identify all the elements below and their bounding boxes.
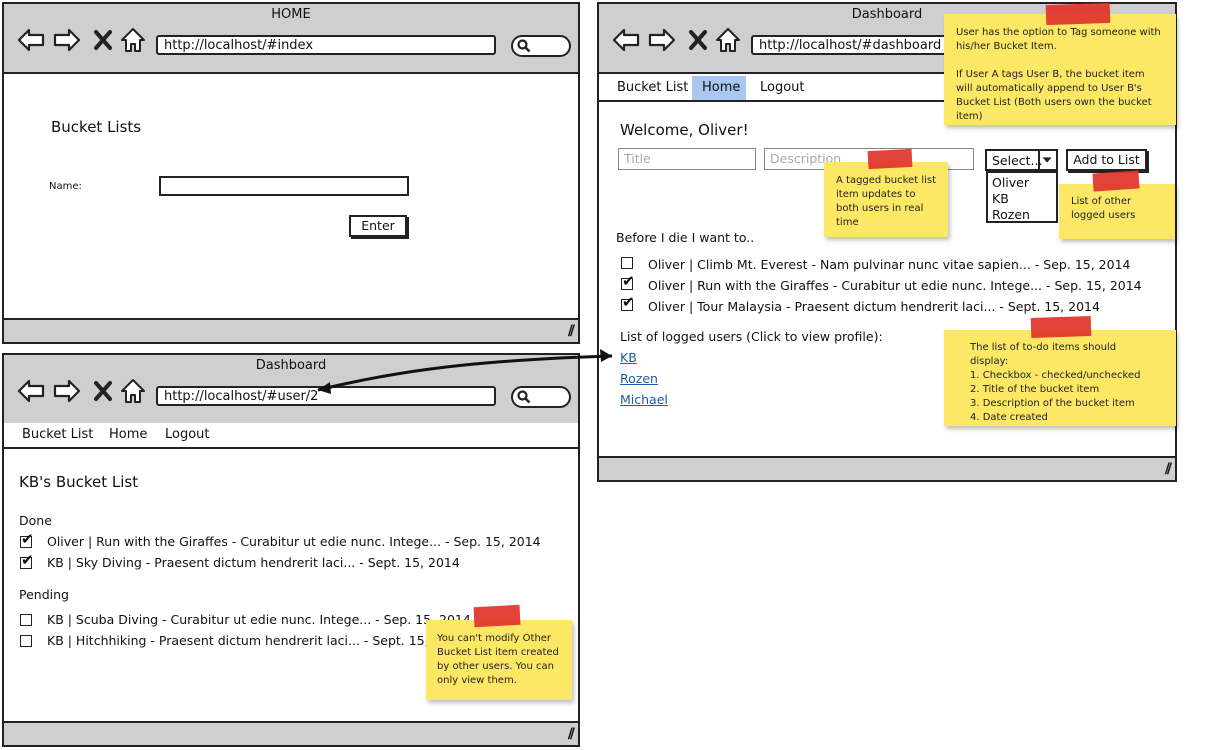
note-text: List of other logged users <box>1071 196 1136 221</box>
pending-item: KB | Scuba Diving - Curabitur ut edie nu… <box>47 612 471 627</box>
resize-grip-icon[interactable]: // <box>568 323 575 339</box>
sticky-note-realtime: A tagged bucket list item updates to bot… <box>824 162 948 237</box>
url-text: http://localhost/#index <box>164 38 314 53</box>
sticky-note-logged-users: List of other logged users <box>1059 184 1175 239</box>
pending-heading: Pending <box>19 587 69 602</box>
search-field[interactable] <box>511 386 571 408</box>
tag-user-select[interactable]: Select... <box>985 149 1058 171</box>
home-icon[interactable] <box>118 377 148 405</box>
address-bar[interactable]: http://localhost/#user/2 <box>156 386 496 406</box>
stop-icon[interactable] <box>685 26 715 54</box>
status-bar: // <box>4 318 578 342</box>
sticky-note-display: The list of to-do items should display: … <box>944 330 1176 426</box>
note-text: You can't modify Other Bucket List item … <box>437 633 559 686</box>
title-input[interactable]: Title <box>618 148 756 170</box>
name-input[interactable] <box>159 176 409 196</box>
bucket-item: Oliver | Climb Mt. Everest - Nam pulvina… <box>648 257 1131 272</box>
done-item-checkbox <box>20 530 34 548</box>
forward-arrow-icon[interactable] <box>52 26 82 54</box>
browser-chrome: Dashboard http://localhost/#user/2 <box>4 355 578 425</box>
window-title: Dashboard <box>255 358 327 373</box>
item-checkbox[interactable] <box>621 272 635 290</box>
url-text: http://localhost/#dashboard <box>759 38 942 53</box>
logged-user-link[interactable]: KB <box>620 350 637 365</box>
dropdown-option[interactable]: Rozen <box>992 207 1052 223</box>
name-label: Name: <box>49 181 82 192</box>
note-text: A tagged bucket list item updates to bot… <box>836 175 936 228</box>
bucket-item: Oliver | Run with the Giraffes - Curabit… <box>648 278 1142 293</box>
sticky-note-tagging: User has the option to Tag someone with … <box>944 14 1176 125</box>
menu-logout[interactable]: Logout <box>750 76 815 100</box>
home-window: HOME http://localhost/#index Bucket List… <box>2 2 580 344</box>
menu-bucket-list[interactable]: Bucket List <box>12 423 103 447</box>
enter-button[interactable]: Enter <box>349 215 407 237</box>
select-label: Select... <box>992 153 1043 168</box>
status-bar: // <box>599 456 1175 480</box>
logged-users-heading: List of logged users (Click to view prof… <box>620 329 883 344</box>
note-text: 3. Description of the bucket item <box>970 398 1135 409</box>
menu-logout[interactable]: Logout <box>155 423 220 447</box>
resize-grip-icon[interactable]: // <box>1165 461 1172 477</box>
status-bar: // <box>4 721 578 745</box>
done-item: Oliver | Run with the Giraffes - Curabit… <box>47 534 541 549</box>
dropdown-option[interactable]: KB <box>992 191 1052 207</box>
search-icon <box>517 39 531 53</box>
done-heading: Done <box>19 513 52 528</box>
tape <box>1045 2 1111 26</box>
note-text: 4. Date created <box>970 412 1048 423</box>
dropdown-option[interactable]: Oliver <box>992 175 1052 191</box>
note-text: 1. Checkbox - checked/unchecked <box>970 370 1141 381</box>
address-bar[interactable]: http://localhost/#index <box>156 35 496 55</box>
sticky-note-readonly: You can't modify Other Bucket List item … <box>426 620 572 700</box>
search-field[interactable] <box>511 35 571 57</box>
window-title: HOME <box>271 7 311 22</box>
add-to-list-button[interactable]: Add to List <box>1066 149 1147 171</box>
tape <box>1092 170 1140 192</box>
search-icon <box>517 390 531 404</box>
url-text: http://localhost/#user/2 <box>164 389 319 404</box>
note-text: User has the option to Tag someone with … <box>956 27 1161 52</box>
pending-item-checkbox <box>20 614 32 626</box>
forward-arrow-icon[interactable] <box>52 377 82 405</box>
tag-user-dropdown: Oliver KB Rozen <box>986 171 1058 223</box>
page-heading: KB's Bucket List <box>19 473 139 491</box>
home-icon[interactable] <box>713 26 743 54</box>
done-item-checkbox <box>20 551 34 569</box>
browser-chrome: HOME http://localhost/#index <box>4 4 578 74</box>
note-text: The list of to-do items should display: <box>970 342 1117 367</box>
tape <box>867 148 913 170</box>
stop-icon[interactable] <box>90 26 120 54</box>
menu-home[interactable]: Home <box>692 76 746 100</box>
list-intro: Before I die I want to.. <box>616 230 755 245</box>
tape <box>1030 315 1092 339</box>
done-item: KB | Sky Diving - Praesent dictum hendre… <box>47 555 460 570</box>
pending-item-checkbox <box>20 635 32 647</box>
resize-grip-icon[interactable]: // <box>568 726 575 742</box>
stop-icon[interactable] <box>90 377 120 405</box>
menu-bucket-list[interactable]: Bucket List <box>607 76 698 100</box>
forward-arrow-icon[interactable] <box>647 26 677 54</box>
page-heading: Bucket Lists <box>51 118 142 136</box>
item-checkbox[interactable] <box>621 257 633 269</box>
menu-bar: Bucket List Home Logout <box>4 423 578 449</box>
home-icon[interactable] <box>118 26 148 54</box>
back-arrow-icon[interactable] <box>16 26 46 54</box>
logged-user-link[interactable]: Michael <box>620 392 668 407</box>
back-arrow-icon[interactable] <box>16 377 46 405</box>
tape <box>473 604 521 628</box>
note-text: 2. Title of the bucket item <box>970 384 1100 395</box>
menu-home[interactable]: Home <box>99 423 157 447</box>
bucket-item: Oliver | Tour Malaysia - Praesent dictum… <box>648 299 1100 314</box>
item-checkbox[interactable] <box>621 293 635 311</box>
back-arrow-icon[interactable] <box>611 26 641 54</box>
welcome-heading: Welcome, Oliver! <box>620 121 749 139</box>
chevron-down-icon <box>1038 151 1056 169</box>
pending-item: KB | Hitchhiking - Praesent dictum hendr… <box>47 633 465 648</box>
logged-user-link[interactable]: Rozen <box>620 371 658 386</box>
note-text: If User A tags User B, the bucket item w… <box>956 69 1152 122</box>
